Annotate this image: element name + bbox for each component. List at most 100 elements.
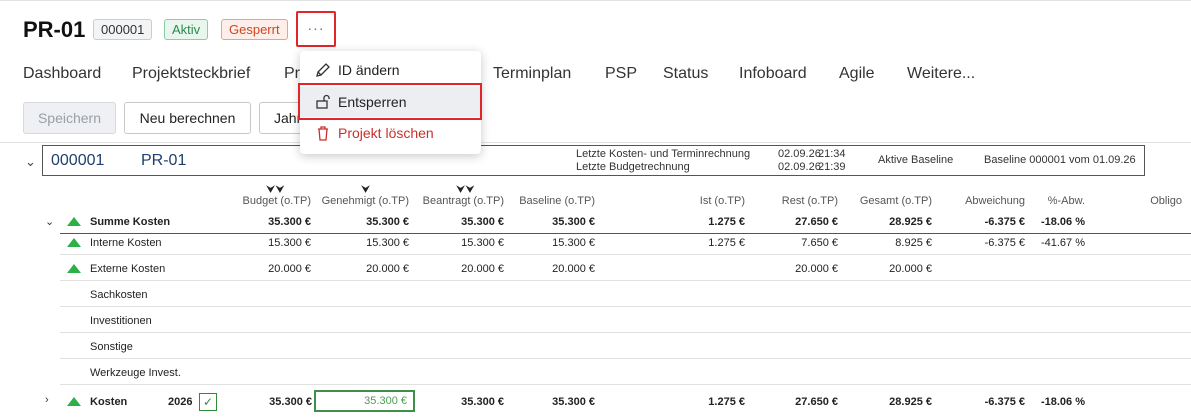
row-label: Interne Kosten <box>90 237 162 249</box>
menu-item-id-aendern[interactable]: ID ändern <box>300 55 481 85</box>
table-cell: 27.650 € <box>795 396 838 408</box>
row-divider <box>60 280 1191 281</box>
table-cell: 20.000 € <box>889 263 932 275</box>
tab-projektsteckbrief[interactable]: Projektsteckbrief <box>132 65 250 83</box>
col-abweichung[interactable]: Abweichung <box>965 195 1025 207</box>
save-button[interactable]: Speichern <box>23 102 116 134</box>
tab-status[interactable]: Status <box>663 65 708 83</box>
tab-terminplan[interactable]: Terminplan <box>493 65 571 83</box>
table-cell: 35.300 € <box>461 216 504 228</box>
col-budget[interactable]: Budget (o.TP) <box>243 195 311 207</box>
table-cell: 35.300 € <box>366 216 409 228</box>
tab-partial[interactable]: Pr <box>284 65 300 83</box>
row-divider <box>60 332 1191 333</box>
table-cell: 15.300 € <box>552 237 595 249</box>
col-beantragt[interactable]: Beantragt (o.TP) <box>423 195 504 207</box>
last-calc-time: 21:34 <box>818 148 846 160</box>
chevron-down-icon[interactable]: ⌄ <box>45 215 54 228</box>
table-cell: -18.06 % <box>1040 216 1085 228</box>
recalculate-button[interactable]: Neu berechnen <box>124 102 251 134</box>
table-cell: 35.300 € <box>268 216 311 228</box>
status-badge-active: Aktiv <box>164 19 209 40</box>
table-cell: -41.67 % <box>1040 237 1085 249</box>
tab-psp[interactable]: PSP <box>605 65 637 83</box>
table-cell: 1.275 € <box>708 216 745 228</box>
tab-agile[interactable]: Agile <box>839 65 875 83</box>
page-title: PR-01 <box>23 17 86 42</box>
toolbar-divider <box>0 142 1191 143</box>
last-budget-label: Letzte Budgetrechnung <box>576 161 690 173</box>
project-id: 000001 <box>51 152 105 169</box>
table-cell: 20.000 € <box>795 263 838 275</box>
trend-up-icon <box>67 238 81 247</box>
table-cell: 35.300 € <box>269 396 312 408</box>
last-budget-date: 02.09.26 <box>778 161 821 173</box>
trend-up-icon <box>67 217 81 226</box>
col-baseline[interactable]: Baseline (o.TP) <box>519 195 595 207</box>
row-label: Summe Kosten <box>90 216 171 228</box>
checkbox-checked[interactable]: ✓ <box>199 393 217 411</box>
trash-icon <box>318 126 328 141</box>
tab-dashboard[interactable]: Dashboard <box>23 65 101 83</box>
baseline-value: Baseline 000001 vom 01.09.26 <box>984 154 1136 166</box>
col-gesamt[interactable]: Gesamt (o.TP) <box>860 195 932 207</box>
more-actions-button[interactable]: ··· <box>296 11 336 47</box>
project-name: PR-01 <box>141 152 187 169</box>
col-ist[interactable]: Ist (o.TP) <box>700 195 745 207</box>
chevron-down-icon[interactable]: ⌄ <box>25 154 36 170</box>
row-divider <box>60 233 1191 234</box>
last-calc-date: 02.09.26 <box>778 148 821 160</box>
table-cell: 35.300 € <box>461 396 504 408</box>
menu-item-projekt-loeschen[interactable]: Projekt löschen <box>300 118 481 148</box>
row-divider <box>60 306 1191 307</box>
table-cell: 1.275 € <box>708 396 745 408</box>
col-genehmigt[interactable]: Genehmigt (o.TP) <box>322 195 409 207</box>
table-cell: 8.925 € <box>895 237 932 249</box>
table-cell: -6.375 € <box>984 396 1025 408</box>
col-prozent-abw[interactable]: %-Abw. <box>1048 195 1085 207</box>
table-cell: -6.375 € <box>984 216 1025 228</box>
tab-weitere[interactable]: Weitere... <box>907 65 975 83</box>
table-cell: -18.06 % <box>1040 396 1085 408</box>
table-cell: 15.300 € <box>366 237 409 249</box>
pencil-icon <box>316 63 330 77</box>
trend-up-icon <box>67 397 81 406</box>
main-nav: Dashboard Projektsteckbrief Pr Terminpla… <box>0 65 1191 87</box>
row-divider <box>60 254 1191 255</box>
genehmigt-edit-field[interactable]: 35.300 € <box>314 390 415 412</box>
row-label-kosten: Kosten <box>90 396 128 408</box>
col-rest[interactable]: Rest (o.TP) <box>782 195 838 207</box>
last-budget-time: 21:39 <box>818 161 846 173</box>
table-cell: 27.650 € <box>795 216 838 228</box>
col-obligo[interactable]: Obligo <box>1150 195 1182 207</box>
table-cell: 20.000 € <box>268 263 311 275</box>
table-cell: 20.000 € <box>366 263 409 275</box>
project-id-badge: 000001 <box>93 19 153 40</box>
row-label: Sachkosten <box>90 289 148 301</box>
baseline-label: Aktive Baseline <box>878 154 954 166</box>
table-cell: 20.000 € <box>461 263 504 275</box>
table-cell: 20.000 € <box>552 263 595 275</box>
status-badge-locked: Gesperrt <box>221 19 288 40</box>
table-cell: 1.275 € <box>708 237 745 249</box>
row-label: Werkzeuge Invest. <box>90 367 181 379</box>
tab-infoboard[interactable]: Infoboard <box>739 65 807 83</box>
row-label: Sonstige <box>90 341 133 353</box>
row-label: Externe Kosten <box>90 263 166 275</box>
table-cell: 15.300 € <box>461 237 504 249</box>
row-label: Investitionen <box>90 315 152 327</box>
table-cell: 28.925 € <box>889 216 932 228</box>
table-cell: 7.650 € <box>801 237 838 249</box>
project-info-box: 000001 PR-01 Letzte Kosten- und Terminre… <box>42 145 1145 176</box>
last-calc-label: Letzte Kosten- und Terminrechnung <box>576 148 751 160</box>
row-year: 2026 <box>168 396 193 408</box>
chevron-right-icon[interactable]: › <box>45 394 49 406</box>
row-divider <box>60 358 1191 359</box>
top-divider <box>0 0 1191 1</box>
table-cell: 15.300 € <box>268 237 311 249</box>
table-cell: 35.300 € <box>552 396 595 408</box>
row-divider <box>60 384 1191 385</box>
menu-item-label: ID ändern <box>338 62 400 78</box>
highlight-frame <box>298 83 482 120</box>
table-cell: -6.375 € <box>984 237 1025 249</box>
